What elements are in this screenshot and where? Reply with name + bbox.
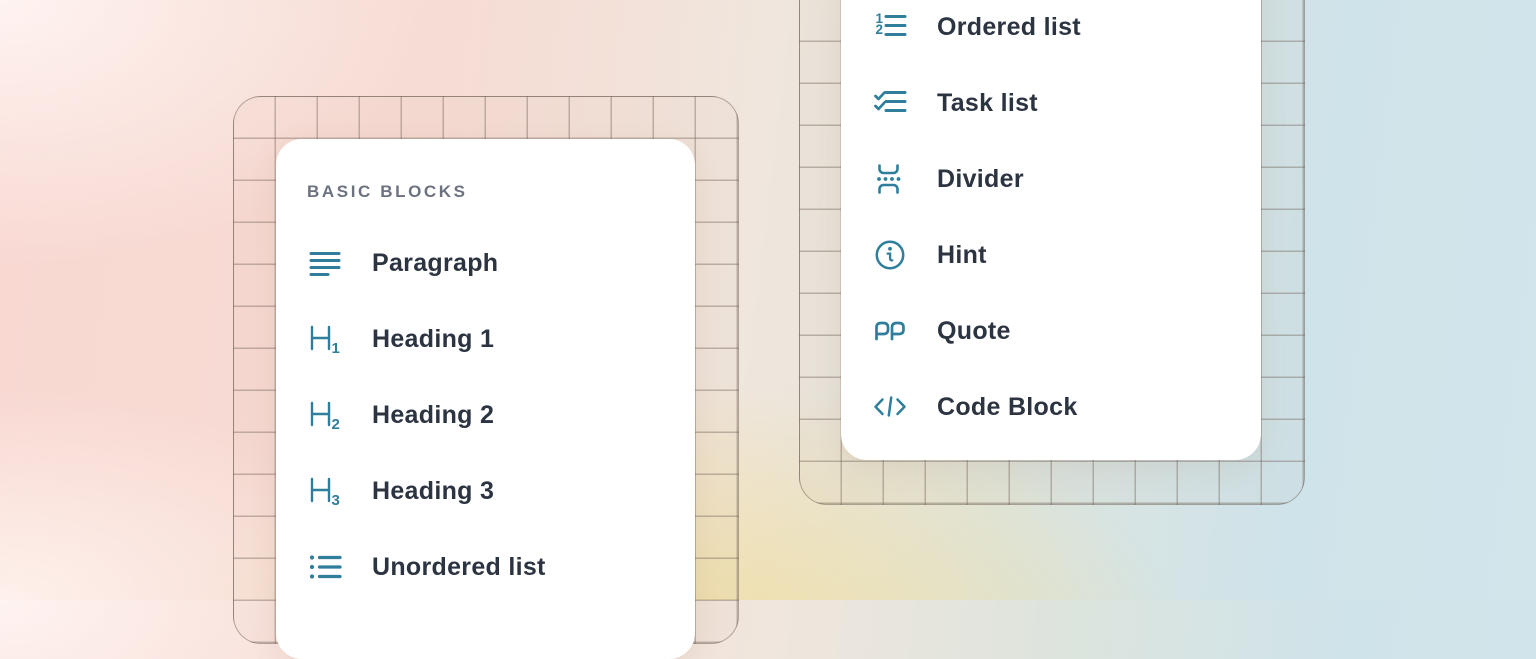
menu-item-label: Hint [937, 241, 987, 270]
svg-text:2: 2 [332, 416, 340, 433]
menu-item-label: Paragraph [372, 249, 498, 278]
menu-item-paragraph[interactable]: Paragraph [307, 225, 664, 301]
menu-item-label: Heading 1 [372, 325, 494, 354]
menu-item-label: Code Block [937, 393, 1078, 422]
svg-text:3: 3 [332, 492, 340, 509]
quote-icon [872, 313, 908, 349]
ordered-list-icon: 1 2 [872, 9, 908, 45]
menu-item-unordered-list[interactable]: Unordered list [307, 529, 664, 605]
menu-item-heading-3[interactable]: 3 Heading 3 [307, 453, 664, 529]
task-list-icon [872, 85, 908, 121]
heading-1-icon: 1 [307, 321, 343, 357]
menu-item-task-list[interactable]: Task list [872, 65, 1230, 141]
svg-text:1: 1 [332, 340, 340, 357]
menu-item-label: Unordered list [372, 553, 546, 582]
blocks-menu-continued: 1 2 Ordered list Task list [841, 0, 1261, 460]
heading-3-icon: 3 [307, 473, 343, 509]
menu-item-ordered-list[interactable]: 1 2 Ordered list [872, 0, 1230, 65]
divider-icon [872, 161, 908, 197]
basic-blocks-menu: BASIC BLOCKS Paragraph 1 Heading 1 [276, 139, 695, 659]
code-block-icon [872, 389, 908, 425]
menu-list: 1 2 Ordered list Task list [872, 0, 1230, 445]
menu-item-label: Ordered list [937, 13, 1081, 42]
unordered-list-icon [307, 549, 343, 585]
menu-item-label: Heading 3 [372, 477, 494, 506]
menu-item-heading-2[interactable]: 2 Heading 2 [307, 377, 664, 453]
menu-section-title: BASIC BLOCKS [307, 181, 664, 203]
hint-icon [872, 237, 908, 273]
menu-item-label: Heading 2 [372, 401, 494, 430]
menu-item-divider[interactable]: Divider [872, 141, 1230, 217]
menu-item-quote[interactable]: Quote [872, 293, 1230, 369]
svg-text:2: 2 [876, 22, 884, 37]
heading-2-icon: 2 [307, 397, 343, 433]
menu-item-hint[interactable]: Hint [872, 217, 1230, 293]
menu-item-label: Task list [937, 89, 1038, 118]
paragraph-icon [307, 245, 343, 281]
menu-item-label: Divider [937, 165, 1024, 194]
menu-item-label: Quote [937, 317, 1011, 346]
promo-canvas: { "theme": { "accent": "#2e7e9c", "text"… [0, 0, 1536, 600]
menu-item-heading-1[interactable]: 1 Heading 1 [307, 301, 664, 377]
menu-list: Paragraph 1 Heading 1 2 Heading 2 [307, 225, 664, 605]
menu-item-code-block[interactable]: Code Block [872, 369, 1230, 445]
